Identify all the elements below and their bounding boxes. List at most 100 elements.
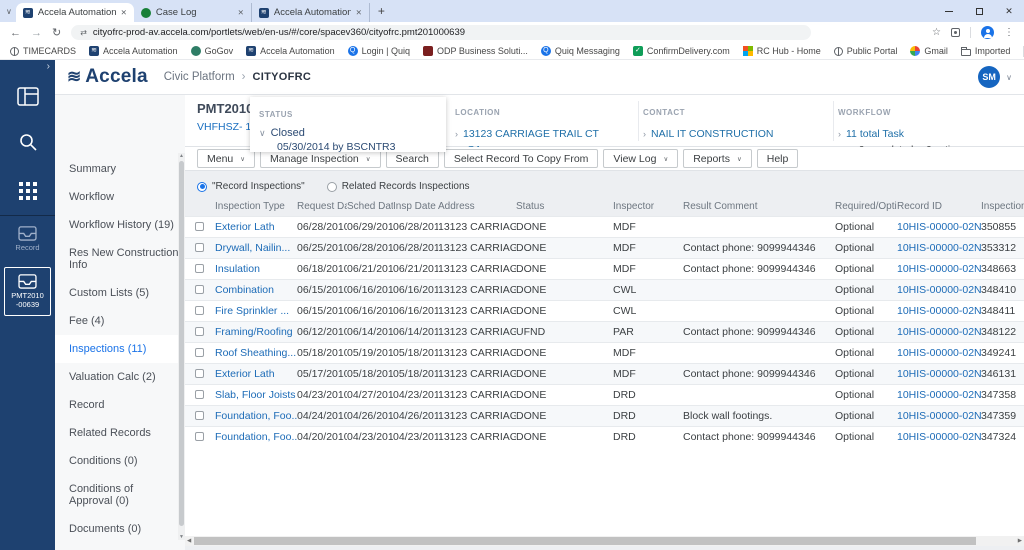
sidebar-item-conditions-of-approval-0[interactable]: Conditions of Approval (0) [55, 475, 185, 515]
sidebar-item-summary[interactable]: Summary [55, 155, 185, 183]
sidebar-item-fee-4[interactable]: Fee (4) [55, 307, 185, 335]
bookmark-public-portal[interactable]: Public Portal [833, 46, 897, 56]
row-checkbox[interactable] [195, 390, 204, 400]
sidebar-item-valuation-calc-2[interactable]: Valuation Calc (2) [55, 363, 185, 391]
view-log-button[interactable]: View Log ∨ [603, 149, 679, 168]
rail-record-item[interactable]: Record [0, 225, 55, 252]
sidebar-item-record[interactable]: Record [55, 391, 185, 419]
bookmark-imported[interactable]: Imported [960, 46, 1010, 56]
row-checkbox[interactable] [195, 411, 204, 421]
bookmark-odp-business-soluti[interactable]: ODP Business Soluti... [423, 46, 528, 56]
record-inspections-radio[interactable]: "Record Inspections" [197, 181, 305, 192]
sidebar-item-professionals-1[interactable]: Professionals (1) [55, 543, 185, 550]
scroll-up-icon[interactable]: ▲ [178, 153, 185, 159]
bookmark-quiq-messaging[interactable]: Quiq Messaging [540, 46, 620, 56]
address-bar[interactable]: ⇄ cityofrc-prod-av.accela.com/portlets/w… [71, 25, 812, 40]
user-avatar[interactable]: SM [978, 66, 1001, 88]
sidebar-item-custom-lists-5[interactable]: Custom Lists (5) [55, 279, 185, 307]
row-checkbox[interactable] [195, 285, 204, 295]
breadcrumb-platform[interactable]: Civic Platform [164, 71, 235, 83]
maximize-button[interactable] [964, 0, 994, 22]
tab-close-icon[interactable]: ✕ [356, 8, 362, 17]
sidebar-scrollbar[interactable]: ▲ ▼ [178, 153, 185, 540]
sidebar-item-documents-0[interactable]: Documents (0) [55, 515, 185, 543]
related-records-radio[interactable]: Related Records Inspections [326, 181, 470, 192]
inspection-type-link[interactable]: Slab, Floor Joists [215, 383, 297, 405]
help-button[interactable]: Help [756, 149, 799, 168]
bookmark-star-icon[interactable]: ☆ [932, 27, 941, 38]
sidebar-item-inspections-11[interactable]: Inspections (11) [55, 335, 185, 363]
record-id-link[interactable]: 10HIS-00000-02NX2 [897, 404, 981, 426]
inspection-type-link[interactable]: Foundation, Foo... [215, 404, 297, 426]
new-tab-button[interactable]: + [378, 4, 385, 18]
inspection-type-link[interactable]: Exterior Lath [215, 215, 297, 237]
inspection-type-link[interactable]: Fire Sprinkler ... [215, 299, 297, 321]
sidebar-item-res-new-construction-info[interactable]: Res New Construction Info [55, 239, 185, 279]
tab-close-icon[interactable]: ✕ [238, 8, 244, 17]
inspection-type-link[interactable]: Exterior Lath [215, 362, 297, 384]
row-checkbox[interactable] [195, 432, 204, 442]
launchpad-icon[interactable] [0, 87, 55, 106]
breadcrumb-site[interactable]: CITYOFRC [253, 71, 312, 83]
bookmark-gogov[interactable]: GoGov [190, 46, 233, 56]
workflow-value-row[interactable]: › 11 total Task [838, 124, 961, 142]
scroll-down-icon[interactable]: ▼ [178, 534, 185, 540]
record-id-link[interactable]: 10HIS-00000-02NX2 [897, 341, 981, 363]
status-value-row[interactable]: ∨ Closed [259, 127, 446, 139]
row-checkbox[interactable] [195, 222, 204, 232]
browser-tab-accela-automation[interactable]: Accela Automation ✕ [252, 3, 370, 22]
menu-button[interactable]: Menu ∨ [197, 149, 256, 168]
sidebar-item-related-records[interactable]: Related Records [55, 419, 185, 447]
inspection-type-link[interactable]: Roof Sheathing... [215, 341, 297, 363]
sidebar-item-conditions-0[interactable]: Conditions (0) [55, 447, 185, 475]
record-id-link[interactable]: 10HIS-00000-02NX2 [897, 278, 981, 300]
record-id-link[interactable]: 10HIS-00000-02NX2 [897, 425, 981, 447]
record-id-link[interactable]: 10HIS-00000-02NX2 [897, 215, 981, 237]
search-icon[interactable] [0, 132, 55, 152]
bookmark-rc-hub-home[interactable]: RC Hub - Home [742, 46, 821, 56]
contact-value-row[interactable]: › NAIL IT CONSTRUCTION [643, 124, 774, 142]
row-checkbox[interactable] [195, 348, 204, 358]
location-value-row[interactable]: › 13123 CARRIAGE TRAIL CT [455, 124, 599, 142]
horizontal-scrollbar[interactable]: ◀ ▶ [185, 536, 1024, 546]
bookmark-confirmdelivery-com[interactable]: ConfirmDelivery.com [632, 46, 730, 56]
row-checkbox[interactable] [195, 369, 204, 379]
rail-active-record[interactable]: PMT2010 -00639 [4, 267, 51, 316]
refresh-icon[interactable]: ↻ [52, 26, 61, 39]
profile-avatar-icon[interactable] [981, 26, 994, 39]
bookmark-accela-automation[interactable]: Accela Automation [246, 46, 335, 56]
rail-expand-icon[interactable]: › [47, 61, 50, 72]
close-button[interactable]: ✕ [994, 0, 1024, 22]
inspection-type-link[interactable]: Combination [215, 278, 297, 300]
scroll-right-icon[interactable]: ▶ [1018, 538, 1022, 544]
inspection-type-link[interactable]: Foundation, Foo... [215, 425, 297, 447]
select-record-to-copy-from-button[interactable]: Select Record To Copy From [443, 149, 599, 168]
record-id-link[interactable]: 10HIS-00000-02NX2 [897, 362, 981, 384]
sidebar-item-workflow-history-19[interactable]: Workflow History (19) [55, 211, 185, 239]
row-checkbox[interactable] [195, 306, 204, 316]
apps-grid-icon[interactable] [0, 182, 55, 200]
bookmark-gmail[interactable]: Gmail [910, 46, 948, 56]
scrollbar-thumb[interactable] [194, 537, 976, 545]
tab-close-icon[interactable]: ✕ [121, 8, 127, 17]
scroll-left-icon[interactable]: ◀ [187, 538, 191, 544]
forward-icon[interactable]: → [31, 27, 42, 39]
tab-search-icon[interactable]: ∨ [6, 7, 12, 16]
back-icon[interactable]: ← [10, 27, 21, 39]
bookmark-timecards[interactable]: TIMECARDS [10, 46, 76, 56]
browser-tab-accela-automation[interactable]: Accela Automation ✕ [15, 3, 134, 22]
inspection-type-link[interactable]: Insulation [215, 257, 297, 279]
row-checkbox[interactable] [195, 327, 204, 337]
chevron-down-icon[interactable]: ∨ [1006, 73, 1012, 82]
site-info-icon[interactable]: ⇄ [80, 28, 87, 37]
record-id-link[interactable]: 10HIS-00000-02NX2 [897, 383, 981, 405]
record-id-link[interactable]: 10HIS-00000-02NX2 [897, 320, 981, 342]
record-id-link[interactable]: 10HIS-00000-02NX2 [897, 257, 981, 279]
sidebar-item-workflow[interactable]: Workflow [55, 183, 185, 211]
bookmark-login-quiq[interactable]: Login | Quiq [347, 46, 410, 56]
row-checkbox[interactable] [195, 264, 204, 274]
bookmark-accela-automation[interactable]: Accela Automation [89, 46, 178, 56]
browser-menu-icon[interactable]: ⋮ [1004, 27, 1014, 38]
scrollbar-thumb[interactable] [179, 161, 184, 526]
record-id-link[interactable]: 10HIS-00000-02NX2 [897, 299, 981, 321]
